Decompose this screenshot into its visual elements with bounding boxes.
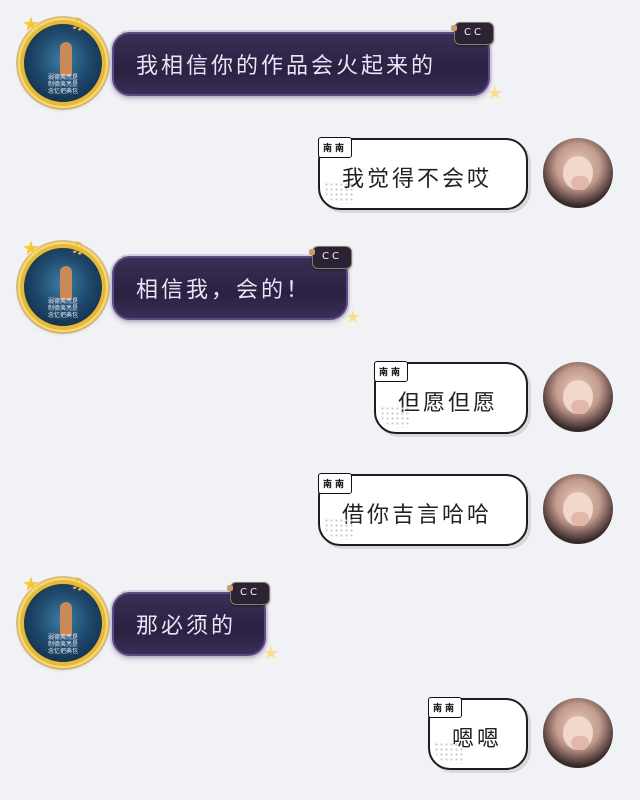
message-bubble-sent[interactable]: 南南 我觉得不会哎 bbox=[318, 137, 528, 210]
avatar-hand bbox=[571, 736, 589, 750]
star-icon: ★ bbox=[262, 643, 282, 664]
message-row: 南南 嗯嗯 bbox=[0, 692, 640, 782]
star-icon: ★ bbox=[344, 307, 364, 328]
user-avatar[interactable] bbox=[543, 138, 613, 208]
halftone-decoration bbox=[324, 182, 354, 204]
sender-name-tag: 南南 bbox=[374, 361, 409, 382]
user-avatar[interactable] bbox=[543, 362, 613, 432]
avatar-caption-line: 弱德夷亮是 bbox=[47, 298, 78, 305]
sender-name-tag: 南南 bbox=[428, 697, 463, 718]
message-bubble-sent[interactable]: 南南 借你吉言哈哈 bbox=[318, 473, 528, 546]
avatar-figure bbox=[60, 42, 72, 76]
bubble-badge: CC bbox=[451, 22, 494, 45]
message-row: 南南 我觉得不会哎 bbox=[0, 132, 640, 222]
sender-name-tag: 南南 bbox=[318, 137, 353, 158]
music-note-icon: ♫ bbox=[70, 574, 85, 593]
message-text: 借你吉言哈哈 bbox=[342, 503, 493, 528]
avatar-caption-line: 制德夷亮是 bbox=[47, 305, 78, 312]
sender-name-tag: 南南 bbox=[318, 473, 353, 494]
star-icon: ★ bbox=[22, 236, 40, 260]
message-text: 我相信你的作品会火起来的 bbox=[136, 54, 437, 79]
message-bubble-received[interactable]: 相信我，会的！ CC ★ bbox=[112, 246, 361, 328]
avatar-caption: 弱德夷亮是 制德夷亮是 念忆把典包 bbox=[24, 74, 102, 95]
avatar-hand bbox=[571, 176, 589, 190]
avatar-caption-line: 念忆把典包 bbox=[47, 88, 78, 95]
star-icon: ★ bbox=[22, 12, 40, 36]
message-row: 弱德夷亮是 制德夷亮是 念忆把典包 ★ ♫ ✦ 那必须的 CC ★ bbox=[0, 574, 640, 670]
message-row: 弱德夷亮是 制德夷亮是 念忆把典包 ★ ♫ ✦ 相信我，会的！ CC ★ bbox=[0, 238, 640, 334]
halftone-decoration bbox=[380, 406, 410, 428]
message-bubble-received[interactable]: 我相信你的作品会火起来的 CC ★ bbox=[112, 22, 503, 104]
halftone-decoration bbox=[434, 742, 464, 764]
message-text: 那必须的 bbox=[136, 614, 237, 639]
music-note-icon: ♫ bbox=[70, 238, 85, 257]
message-bubble-received[interactable]: 那必须的 CC ★ bbox=[112, 582, 279, 664]
user-avatar[interactable] bbox=[543, 474, 613, 544]
avatar-hand bbox=[571, 400, 589, 414]
message-text: 我觉得不会哎 bbox=[342, 167, 493, 192]
message-bubble-sent[interactable]: 南南 但愿但愿 bbox=[374, 361, 528, 434]
avatar-caption-line: 制德夷亮是 bbox=[47, 641, 78, 648]
message-text: 但愿但愿 bbox=[398, 391, 499, 416]
avatar-caption: 弱德夷亮是 制德夷亮是 念忆把典包 bbox=[24, 634, 102, 655]
avatar-caption-line: 念忆把典包 bbox=[47, 312, 78, 319]
message-bubble-sent[interactable]: 南南 嗯嗯 bbox=[428, 697, 528, 770]
avatar-figure bbox=[60, 602, 72, 636]
avatar-caption: 弱德夷亮是 制德夷亮是 念忆把典包 bbox=[24, 298, 102, 319]
message-row: 弱德夷亮是 制德夷亮是 念忆把典包 ★ ♫ ✦ 我相信你的作品会火起来的 CC … bbox=[0, 14, 640, 110]
star-icon: ★ bbox=[22, 572, 40, 596]
star-icon: ★ bbox=[486, 83, 506, 104]
avatar-figure bbox=[60, 266, 72, 300]
avatar-caption-line: 念忆把典包 bbox=[47, 648, 78, 655]
bubble-badge: CC bbox=[227, 582, 270, 605]
avatar-hand bbox=[571, 512, 589, 526]
music-note-icon: ♫ bbox=[70, 14, 85, 33]
message-row: 南南 但愿但愿 bbox=[0, 356, 640, 446]
halftone-decoration bbox=[324, 518, 354, 540]
avatar-caption-line: 弱德夷亮是 bbox=[47, 74, 78, 81]
message-text: 相信我，会的！ bbox=[136, 278, 312, 303]
user-avatar[interactable] bbox=[543, 698, 613, 768]
avatar-caption-line: 弱德夷亮是 bbox=[47, 634, 78, 641]
message-row: 南南 借你吉言哈哈 bbox=[0, 468, 640, 558]
bubble-badge: CC bbox=[309, 246, 352, 269]
avatar-caption-line: 制德夷亮是 bbox=[47, 81, 78, 88]
